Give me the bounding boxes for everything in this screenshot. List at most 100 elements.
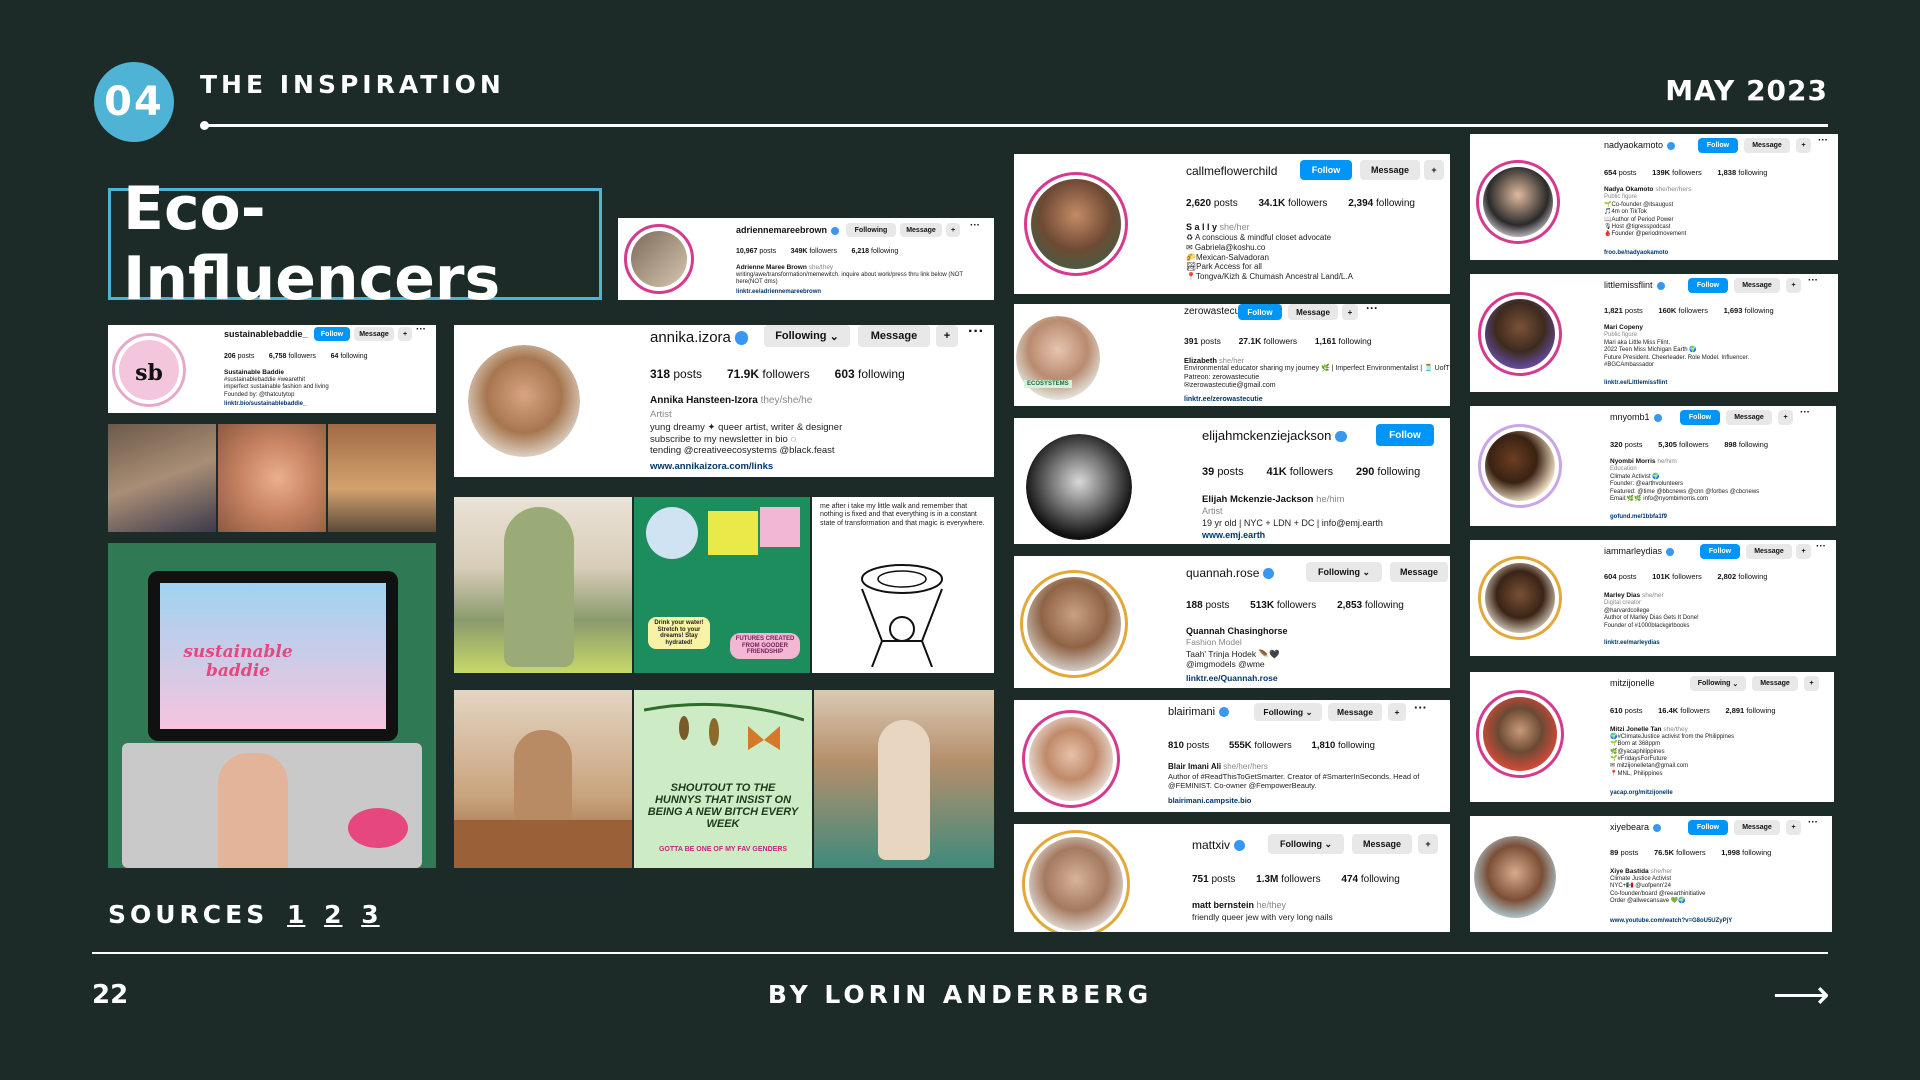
more-options-icon[interactable]: ··· [1800, 407, 1810, 418]
photo-tile-doorway-outfit[interactable] [814, 690, 994, 868]
message-button[interactable]: Message [900, 223, 942, 237]
profile-card-blairimani[interactable]: blairimani Following ⌄ Message + ··· 810… [1014, 700, 1450, 812]
message-button[interactable]: Message [858, 325, 930, 347]
profile-link[interactable]: gofund.me/1bbfa1f9 [1610, 514, 1667, 520]
more-options-icon[interactable]: ··· [1808, 275, 1818, 286]
profile-link[interactable]: www.youtube.com/watch?v=G8oU5UZyPjY [1610, 918, 1732, 924]
more-options-icon[interactable]: ··· [968, 325, 984, 341]
follow-button[interactable]: Follow [1688, 278, 1728, 293]
follow-button[interactable]: Follow [314, 327, 350, 341]
profile-card-quannah-rose[interactable]: quannah.rose Following ⌄ Message 188 pos… [1014, 556, 1450, 688]
following-button[interactable]: Following ⌄ [1306, 562, 1382, 582]
profile-link[interactable]: yacap.org/mitzijonelle [1610, 790, 1673, 796]
profile-link[interactable]: linktr.ee/Quannah.rose [1186, 673, 1278, 683]
profile-link[interactable]: blairimani.campsite.bio [1168, 796, 1251, 805]
profile-link[interactable]: www.emj.earth [1202, 530, 1265, 540]
photo-tile-quote-drawing[interactable]: me after i take my little walk and remem… [812, 497, 994, 673]
message-button[interactable]: Message [1352, 834, 1412, 854]
source-link-3[interactable]: 3 [361, 900, 379, 929]
following-button[interactable]: Following [846, 223, 896, 237]
add-user-icon[interactable]: + [946, 223, 960, 237]
profile-card-iammarleydias[interactable]: iammarleydias Follow Message + ··· 604 p… [1470, 540, 1836, 656]
add-user-icon[interactable]: + [1388, 703, 1406, 721]
profile-card-mattxiv[interactable]: mattxiv Following ⌄ Message + 751 posts … [1014, 824, 1450, 932]
profile-card-sustainablebaddie[interactable]: sb sustainablebaddie_ Follow Message + ·… [108, 325, 436, 413]
more-options-icon[interactable]: ··· [1414, 700, 1427, 715]
message-button[interactable]: Message [1734, 278, 1780, 293]
profile-card-elijahmckenziejackson[interactable]: elijahmckenziejackson Follow 39 posts 41… [1014, 418, 1450, 544]
profile-card-mnyomb1[interactable]: mnyomb1 Follow Message + ··· 320 posts 5… [1470, 406, 1836, 526]
add-user-icon[interactable]: + [1786, 820, 1801, 835]
follow-button[interactable]: Follow [1700, 544, 1740, 559]
following-button[interactable]: Following ⌄ [1254, 703, 1322, 721]
message-button[interactable]: Message [1390, 562, 1448, 582]
photo-tile-mirror-selfie[interactable] [108, 424, 216, 532]
message-button[interactable]: Message [1328, 703, 1382, 721]
add-user-icon[interactable]: + [936, 325, 958, 347]
profile-card-littlemissflint[interactable]: littlemissflint Follow Message + ··· 1,8… [1470, 274, 1838, 392]
following-button[interactable]: Following ⌄ [1690, 676, 1746, 691]
author-credit: BY LORIN ANDERBERG [767, 980, 1153, 1009]
header-divider [204, 124, 1828, 127]
photo-tile-face-closeup[interactable] [218, 424, 326, 532]
add-user-icon[interactable]: + [1418, 834, 1438, 854]
photo-tile-laptop[interactable]: sustainable baddie [108, 543, 436, 868]
avatar [624, 224, 694, 294]
photo-tile-stickers-poster[interactable]: Drink your water! Stretch to your dreams… [634, 497, 810, 673]
photo-tile-street-outfit[interactable] [328, 424, 436, 532]
add-user-icon[interactable]: + [1804, 676, 1819, 691]
follow-button[interactable]: Follow [1698, 138, 1738, 153]
profile-card-annika-izora[interactable]: annika.izora Following ⌄ Message + ··· 3… [454, 325, 994, 477]
following-button[interactable]: Following ⌄ [764, 325, 850, 347]
profile-link[interactable]: linktr.ee/adriennemareebrown [736, 289, 821, 295]
profile-link[interactable]: froo.be/nadyaokamoto [1604, 250, 1668, 256]
more-options-icon[interactable]: ··· [416, 325, 426, 335]
add-user-icon[interactable]: + [1778, 410, 1793, 425]
photo-tile-kitchen-portrait[interactable] [454, 690, 632, 868]
profile-card-xiyebeara[interactable]: xiyebeara Follow Message + ··· 89 posts … [1470, 816, 1832, 932]
profile-card-adriennemareebrown[interactable]: adriennemareebrown Following Message + ·… [618, 218, 994, 300]
profile-card-callmeflowerchild[interactable]: callmeflowerchild Follow Message + 2,620… [1014, 154, 1450, 294]
add-user-icon[interactable]: + [1786, 278, 1801, 293]
source-link-1[interactable]: 1 [287, 900, 305, 929]
source-link-2[interactable]: 2 [324, 900, 342, 929]
message-button[interactable]: Message [1744, 138, 1790, 153]
add-user-icon[interactable]: + [1796, 544, 1811, 559]
follow-button[interactable]: Follow [1688, 820, 1728, 835]
follow-button[interactable]: Follow [1376, 424, 1434, 446]
photo-tile-butterfly-quote[interactable]: SHOUTOUT TO THE HUNNYS THAT INSIST ON BE… [634, 690, 812, 868]
profile-link[interactable]: linktr.ee/marleydias [1604, 640, 1660, 646]
message-button[interactable]: Message [1752, 676, 1798, 691]
follow-button[interactable]: Follow [1680, 410, 1720, 425]
message-button[interactable]: Message [1726, 410, 1772, 425]
poster-cta: Drink your water! Stretch to your dreams… [648, 617, 710, 650]
profile-category: Digital creator [1604, 600, 1642, 606]
message-button[interactable]: Message [1360, 160, 1420, 180]
more-options-icon[interactable]: ··· [1808, 817, 1818, 828]
message-button[interactable]: Message [1734, 820, 1780, 835]
hands-drawing-icon [861, 564, 943, 667]
following-button[interactable]: Following ⌄ [1268, 834, 1344, 854]
profile-link[interactable]: linktr.ee/zerowastecutie [1184, 396, 1263, 403]
follow-button[interactable]: Follow [1300, 160, 1352, 180]
profile-card-nadyaokamoto[interactable]: nadyaokamoto Follow Message + ··· 654 po… [1470, 134, 1838, 260]
more-options-icon[interactable]: ··· [970, 220, 980, 231]
profile-card-mitzijonelle[interactable]: mitzijonelle Following ⌄ Message + 610 p… [1470, 672, 1834, 802]
photo-tile-green-jacket[interactable] [454, 497, 632, 673]
profile-link[interactable]: www.annikaizora.com/links [650, 461, 773, 472]
add-user-icon[interactable]: + [398, 327, 412, 341]
message-button[interactable]: Message [354, 327, 394, 341]
follow-button[interactable]: Follow [1238, 304, 1282, 320]
right-arrow-icon[interactable]: ⟶ [1773, 972, 1830, 1018]
more-options-icon[interactable]: ··· [1366, 304, 1378, 315]
add-user-icon[interactable]: + [1424, 160, 1444, 180]
profile-link[interactable]: linktr.bio/sustainablebaddie_ [224, 401, 306, 407]
profile-link[interactable]: linktr.ee/Littlemissflint [1604, 380, 1667, 386]
more-options-icon[interactable]: ··· [1818, 135, 1828, 146]
profile-card-zerowastecutie[interactable]: ECOSYSTEMS zerowastecutie Follow Message… [1014, 304, 1450, 406]
message-button[interactable]: Message [1288, 304, 1338, 320]
message-button[interactable]: Message [1746, 544, 1792, 559]
more-options-icon[interactable]: ··· [1816, 541, 1826, 552]
add-user-icon[interactable]: + [1796, 138, 1811, 153]
add-user-icon[interactable]: + [1342, 304, 1358, 320]
